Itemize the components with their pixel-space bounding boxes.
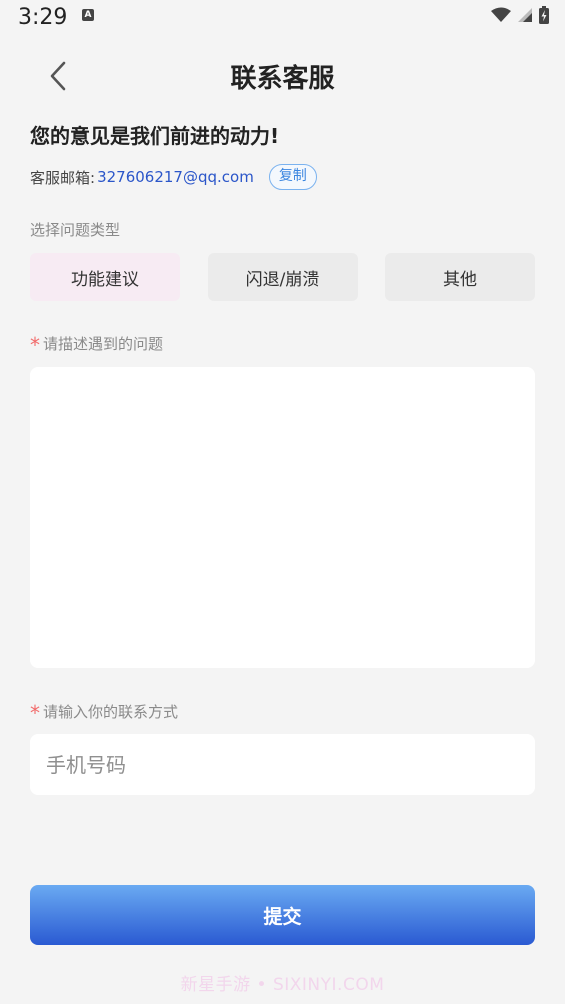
contact-label-row: * 请输入你的联系方式 [30,698,179,725]
issue-type-crash[interactable]: 闪退/崩溃 [207,253,358,301]
copy-email-button[interactable]: 复制 [268,164,317,190]
watermark: 新星手游 • SIXINYI.COM [180,975,385,995]
required-mark: * [30,701,40,725]
wifi-icon [491,7,511,22]
contact-label: 请输入你的联系方式 [43,703,179,721]
status-time: 3:29 [18,5,68,30]
issue-type-feature-suggestion[interactable]: 功能建议 [30,253,180,301]
status-icons [491,6,549,24]
email-label: 客服邮箱: [30,168,96,187]
contact-support-page: 3:29 A 联系客服 您的意见是我们前进的动力! 客服邮箱: 32760621… [0,0,565,1004]
status-bar: 3:29 A [0,0,565,34]
signal-icon [518,8,532,22]
required-mark: * [30,333,40,357]
issue-type-other[interactable]: 其他 [385,253,535,301]
email-row: 客服邮箱: 327606217@qq.com 复制 [30,163,317,191]
description-label: 请描述遇到的问题 [43,335,164,353]
battery-icon [539,6,549,24]
notification-app-icon: A [82,9,94,21]
email-address[interactable]: 327606217@qq.com [97,168,254,186]
phone-number-input[interactable] [30,734,535,795]
problem-description-textarea[interactable] [30,367,535,668]
issue-type-options: 功能建议 闪退/崩溃 其他 [30,253,535,301]
issue-type-label: 选择问题类型 [30,221,121,239]
submit-button[interactable]: 提交 [30,885,535,945]
slogan-text: 您的意见是我们前进的动力! [30,124,280,148]
page-title: 联系客服 [230,64,335,94]
description-label-row: * 请描述遇到的问题 [30,330,164,357]
